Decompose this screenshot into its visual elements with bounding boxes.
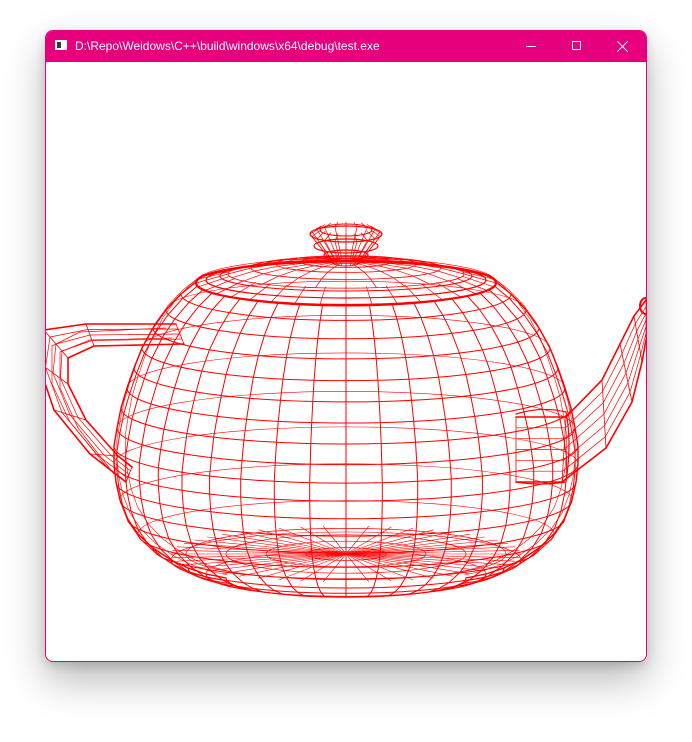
maximize-icon xyxy=(572,41,581,50)
close-icon xyxy=(616,40,630,54)
console-window-icon[interactable] xyxy=(55,40,67,50)
minimize-button[interactable] xyxy=(508,31,554,62)
maximize-button[interactable] xyxy=(554,31,600,62)
app-window: D:\Repo\Weidows\C++\build\windows\x64\de… xyxy=(45,30,647,662)
minimize-icon xyxy=(526,46,536,47)
render-canvas[interactable] xyxy=(46,62,646,661)
wireframe-teapot xyxy=(46,221,646,598)
close-button[interactable] xyxy=(600,31,646,62)
window-title: D:\Repo\Weidows\C++\build\windows\x64\de… xyxy=(75,39,380,53)
title-bar[interactable]: D:\Repo\Weidows\C++\build\windows\x64\de… xyxy=(46,31,646,62)
